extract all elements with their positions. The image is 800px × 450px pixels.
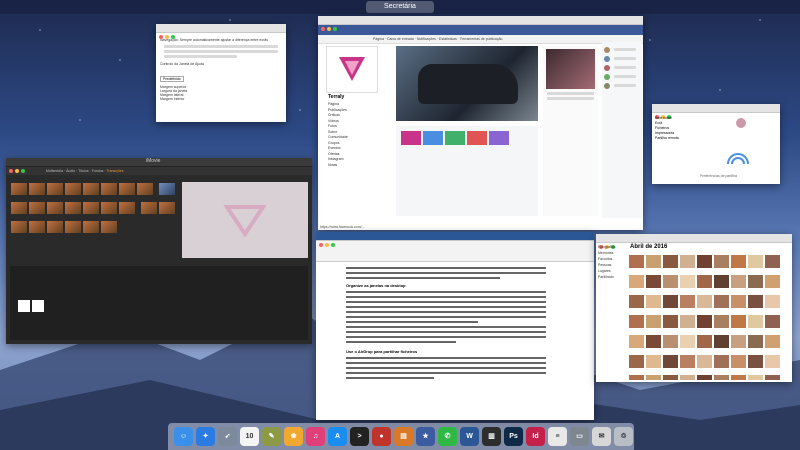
tab-media[interactable]: Multimédia bbox=[46, 169, 63, 173]
photo-grid bbox=[628, 254, 790, 380]
tab-notifications[interactable]: Notificações bbox=[417, 37, 436, 41]
browser-titlebar[interactable] bbox=[318, 16, 643, 31]
photos-sidebar: Fotografias Memórias Favoritos Pessoas L… bbox=[598, 244, 624, 280]
facebook-tabs: Página · Caixa de entrada · Notificações… bbox=[318, 35, 643, 44]
sharing-titlebar[interactable] bbox=[652, 104, 780, 119]
doc-heading-2: Use o AirDrop para partilhar ficheiros bbox=[346, 349, 418, 354]
photos-titlebar[interactable] bbox=[596, 234, 792, 249]
finder-icon[interactable]: ☺ bbox=[174, 427, 193, 446]
star-icon[interactable]: ★ bbox=[416, 427, 435, 446]
avatar bbox=[736, 118, 746, 128]
viewer bbox=[182, 182, 308, 258]
sharing-list: Sem nome Ecrã Ficheiros Impressoras Part… bbox=[655, 116, 695, 141]
recorder-icon[interactable]: ● bbox=[372, 427, 391, 446]
mail-icon[interactable]: ✉ bbox=[592, 427, 611, 446]
facebook-browser-window[interactable]: Página · Caixa de entrada · Notificações… bbox=[318, 16, 643, 230]
tab-backgrounds[interactable]: Fundos bbox=[92, 169, 104, 173]
status-url: https://www.facebook.com/... bbox=[320, 225, 365, 229]
chat-sidebar bbox=[602, 42, 642, 218]
ibooks-icon[interactable]: ▤ bbox=[394, 427, 413, 446]
tab-audio[interactable]: Áudio bbox=[66, 169, 75, 173]
safari-icon[interactable]: ✦ bbox=[196, 427, 215, 446]
tab-titles[interactable]: Títulos bbox=[78, 169, 89, 173]
photos-title: Abril de 2016 bbox=[630, 244, 668, 250]
word-ribbon[interactable] bbox=[316, 241, 594, 262]
sidebar-item[interactable]: Notas bbox=[328, 163, 348, 169]
car-image bbox=[418, 64, 518, 104]
numbers-icon[interactable]: ▥ bbox=[482, 427, 501, 446]
word-window[interactable]: Organize as janelas na desktop Use o Air… bbox=[316, 232, 594, 420]
airdrop-icon bbox=[727, 153, 749, 164]
tab-tools[interactable]: Ferramentas de publicação bbox=[460, 37, 502, 41]
right-column bbox=[543, 46, 598, 216]
whatsapp-icon[interactable]: ✆ bbox=[438, 427, 457, 446]
photos-sidebar-item[interactable]: Partilhado bbox=[598, 274, 624, 280]
rocket-icon[interactable]: ➶ bbox=[218, 427, 237, 446]
trash-icon[interactable]: ♲ bbox=[614, 427, 633, 446]
preferences-titlebar[interactable] bbox=[156, 24, 286, 39]
timeline[interactable] bbox=[10, 266, 308, 340]
page-logo bbox=[326, 46, 378, 93]
preferences-window[interactable]: Navegação: Sempre automaticamente ajusta… bbox=[156, 24, 286, 122]
indesign-icon[interactable]: Id bbox=[526, 427, 545, 446]
photos-icon[interactable]: ❀ bbox=[284, 427, 303, 446]
app-store-icon[interactable]: A bbox=[328, 427, 347, 446]
spaces-bar: Secretária bbox=[0, 0, 800, 14]
prefs-checkbox-label: Navegação: Sempre automaticamente ajusta… bbox=[160, 38, 268, 42]
clip-browser bbox=[10, 182, 178, 262]
word-icon[interactable]: W bbox=[460, 427, 479, 446]
prefs-field-bottom[interactable]: Margem inferior bbox=[160, 97, 282, 101]
itunes-icon[interactable]: ♫ bbox=[306, 427, 325, 446]
posts-area bbox=[396, 126, 538, 216]
desktop-space[interactable]: Secretária bbox=[366, 1, 434, 13]
notes-icon[interactable]: ✎ bbox=[262, 427, 281, 446]
photos-window[interactable]: Fotografias Memórias Favoritos Pessoas L… bbox=[596, 234, 792, 382]
tab-transitions[interactable]: Transições bbox=[106, 169, 123, 173]
sharing-window[interactable]: Sem nome Ecrã Ficheiros Impressoras Part… bbox=[652, 104, 780, 184]
preview-icon[interactable]: ▭ bbox=[570, 427, 589, 446]
facebook-topbar bbox=[318, 25, 643, 35]
calendar-icon[interactable]: 10 bbox=[240, 427, 259, 446]
sidebar-item[interactable]: Comunidade bbox=[328, 135, 348, 141]
dock: ☺ ✦ ➶ 10 ✎ ❀ ♫ A > ● ▤ ★ ✆ W ▥ Ps Id ≡ ▭ ✉ ♲ bbox=[168, 423, 634, 450]
page-sidebar: Página Publicações Críticas Vídeos Fotos… bbox=[328, 102, 348, 168]
word-titlebar[interactable] bbox=[316, 232, 594, 247]
imovie-window[interactable]: iMovie Multimédia · Áudio · Títulos · Fu… bbox=[6, 158, 312, 344]
sharing-caption: Preferências de partilha bbox=[700, 174, 737, 178]
document-page: Organize as janelas na desktop Use o Air… bbox=[336, 264, 556, 416]
imovie-title: iMovie bbox=[146, 158, 161, 164]
page-name: Terraly bbox=[328, 94, 345, 100]
terminal-icon[interactable]: > bbox=[350, 427, 369, 446]
sharing-item[interactable]: Partilha remota bbox=[655, 136, 695, 141]
prefs-default-button[interactable]: Predefinido bbox=[160, 76, 184, 82]
tab-inbox[interactable]: Caixa de entrada bbox=[387, 37, 414, 41]
imovie-tabs: Multimédia · Áudio · Títulos · Fundos · … bbox=[6, 167, 312, 175]
tab-stats[interactable]: Estatísticas bbox=[439, 37, 457, 41]
tab-page[interactable]: Página bbox=[373, 37, 384, 41]
photoshop-icon[interactable]: Ps bbox=[504, 427, 523, 446]
imovie-titlebar[interactable]: iMovie bbox=[6, 158, 312, 173]
doc-icon[interactable]: ≡ bbox=[548, 427, 567, 446]
doc-heading-1: Organize as janelas na desktop bbox=[346, 283, 406, 288]
prefs-section-label: Controlo da Janela de Ajuda bbox=[160, 62, 204, 66]
